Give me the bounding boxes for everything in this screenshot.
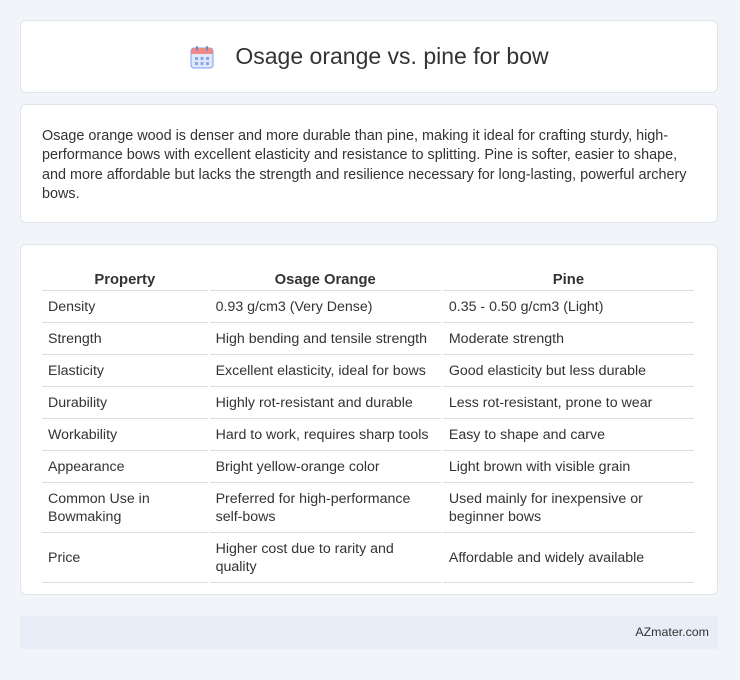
- table-row: Density 0.93 g/cm3 (Very Dense) 0.35 - 0…: [42, 291, 694, 323]
- cell-property: Strength: [42, 323, 208, 355]
- cell-pine: Less rot-resistant, prone to wear: [442, 387, 694, 419]
- cell-property: Durability: [42, 387, 208, 419]
- title-wrap: Osage orange vs. pine for bow: [189, 43, 549, 70]
- cell-pine: Used mainly for inexpensive or beginner …: [442, 483, 694, 533]
- cell-property: Price: [42, 533, 208, 583]
- footer-site-link[interactable]: AZmater.com: [635, 625, 709, 639]
- footer-bar: AZmater.com: [20, 616, 718, 649]
- cell-pine: Easy to shape and carve: [442, 419, 694, 451]
- cell-property: Workability: [42, 419, 208, 451]
- cell-pine: Moderate strength: [442, 323, 694, 355]
- table-header-row: Property Osage Orange Pine: [42, 265, 694, 291]
- calendar-icon: [189, 44, 215, 70]
- cell-osage-orange: Bright yellow-orange color: [209, 451, 441, 483]
- table-row: Price Higher cost due to rarity and qual…: [42, 533, 694, 583]
- cell-property: Elasticity: [42, 355, 208, 387]
- table-row: Workability Hard to work, requires sharp…: [42, 419, 694, 451]
- header-property: Property: [42, 265, 208, 291]
- table-row: Appearance Bright yellow-orange color Li…: [42, 451, 694, 483]
- cell-property: Common Use in Bowmaking: [42, 483, 208, 533]
- cell-pine: Affordable and widely available: [442, 533, 694, 583]
- cell-osage-orange: Highly rot-resistant and durable: [209, 387, 441, 419]
- header-osage-orange: Osage Orange: [209, 265, 441, 291]
- table-row: Common Use in Bowmaking Preferred for hi…: [42, 483, 694, 533]
- cell-pine: Good elasticity but less durable: [442, 355, 694, 387]
- cell-property: Appearance: [42, 451, 208, 483]
- cell-osage-orange: High bending and tensile strength: [209, 323, 441, 355]
- summary-card: Osage orange wood is denser and more dur…: [20, 104, 718, 223]
- cell-osage-orange: Hard to work, requires sharp tools: [209, 419, 441, 451]
- cell-pine: Light brown with visible grain: [442, 451, 694, 483]
- cell-osage-orange: Preferred for high-performance self-bows: [209, 483, 441, 533]
- cell-pine: 0.35 - 0.50 g/cm3 (Light): [442, 291, 694, 323]
- table-row: Durability Highly rot-resistant and dura…: [42, 387, 694, 419]
- comparison-table: Property Osage Orange Pine Density 0.93 …: [40, 265, 696, 583]
- cell-osage-orange: Excellent elasticity, ideal for bows: [209, 355, 441, 387]
- page-title: Osage orange vs. pine for bow: [235, 43, 549, 69]
- cell-osage-orange: Higher cost due to rarity and quality: [209, 533, 441, 583]
- summary-text: Osage orange wood is denser and more dur…: [42, 128, 687, 202]
- table-row: Elasticity Excellent elasticity, ideal f…: [42, 355, 694, 387]
- table-card: Property Osage Orange Pine Density 0.93 …: [20, 244, 718, 595]
- table-row: Strength High bending and tensile streng…: [42, 323, 694, 355]
- cell-property: Density: [42, 291, 208, 323]
- cell-osage-orange: 0.93 g/cm3 (Very Dense): [209, 291, 441, 323]
- header-pine: Pine: [442, 265, 694, 291]
- title-card: Osage orange vs. pine for bow: [20, 20, 718, 93]
